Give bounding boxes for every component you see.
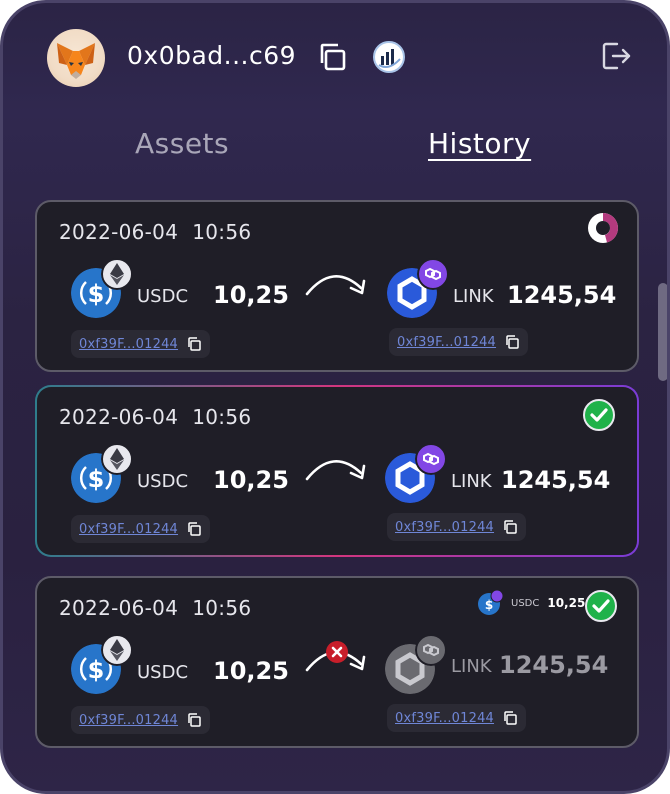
to-address-link[interactable]: 0xf39F...01244 — [395, 711, 494, 726]
from-address-link[interactable]: 0xf39F...01244 — [79, 713, 178, 728]
success-check-icon — [585, 590, 617, 622]
transaction-card[interactable]: 2022-06-04 10:56 $ USDC 10,25 $ USDC 10,… — [35, 576, 639, 748]
link-token-disabled — [385, 634, 447, 694]
polygon-icon — [415, 634, 447, 666]
usdc-polygon-mini-icon: $ — [478, 590, 503, 615]
transaction-time: 10:56 — [192, 596, 252, 620]
error-x-icon — [326, 641, 348, 663]
to-symbol: LINK — [451, 656, 492, 677]
transaction-datetime: 2022-06-04 10:56 — [59, 220, 251, 244]
transaction-time: 10:56 — [192, 220, 252, 244]
svg-text:$: $ — [88, 465, 105, 493]
svg-text:$: $ — [88, 280, 105, 308]
refund-amount: 10,25 — [547, 596, 586, 610]
from-amount: 10,25 — [213, 281, 289, 309]
to-address-link[interactable]: 0xf39F...01244 — [395, 520, 494, 535]
usdc-token: $ — [71, 258, 133, 318]
copy-icon[interactable] — [186, 336, 202, 352]
from-amount: 10,25 — [213, 466, 289, 494]
refund-summary: $ USDC 10,25 — [477, 590, 585, 616]
copy-icon[interactable] — [502, 519, 518, 535]
from-address-link[interactable]: 0xf39F...01244 — [79, 522, 178, 537]
copy-icon[interactable] — [316, 41, 348, 73]
from-address-chip: 0xf39F...01244 — [71, 330, 211, 358]
to-amount: 1245,54 — [501, 466, 611, 494]
swap-arrow-icon — [305, 460, 366, 481]
ethereum-icon — [101, 634, 133, 666]
logout-icon[interactable] — [599, 39, 633, 73]
copy-icon[interactable] — [504, 334, 520, 350]
from-symbol: USDC — [137, 662, 189, 683]
transaction-card[interactable]: 2022-06-04 10:56 $ USDC 10,25 LINK 1245,… — [35, 385, 639, 557]
swap-arrow-icon — [305, 275, 366, 296]
ethereum-icon — [101, 443, 133, 475]
svg-text:$: $ — [88, 656, 105, 684]
transaction-card[interactable]: 2022-06-04 10:56 $ USDC 10,25 LINK 1245,… — [35, 200, 639, 372]
transaction-date: 2022-06-04 — [59, 220, 179, 244]
polygon-icon — [415, 443, 447, 475]
transaction-date: 2022-06-04 — [59, 405, 179, 429]
pending-status-icon — [587, 212, 619, 244]
metamask-fox-icon[interactable] — [47, 29, 105, 87]
to-symbol: LINK — [451, 471, 492, 492]
svg-text:$: $ — [485, 598, 493, 612]
chart-logo-icon[interactable] — [373, 41, 405, 73]
usdc-token: $ — [71, 634, 133, 694]
ethereum-icon — [101, 258, 133, 290]
success-check-icon — [583, 399, 615, 431]
transaction-time: 10:56 — [192, 405, 252, 429]
usdc-token: $ — [71, 443, 133, 503]
wallet-popup: 0x0bad...c69 Assets History 2022-06-04 10… — [0, 0, 670, 794]
from-amount: 10,25 — [213, 657, 289, 685]
wallet-address: 0x0bad...c69 — [127, 41, 297, 70]
transaction-datetime: 2022-06-04 10:56 — [59, 596, 251, 620]
copy-icon[interactable] — [502, 710, 518, 726]
from-address-chip: 0xf39F...01244 — [71, 515, 211, 543]
refund-symbol: USDC — [511, 597, 540, 609]
to-address-chip: 0xf39F...01244 — [387, 513, 527, 541]
tab-history[interactable]: History — [428, 127, 531, 160]
tab-assets[interactable]: Assets — [135, 127, 229, 160]
from-symbol: USDC — [137, 286, 189, 307]
transaction-datetime: 2022-06-04 10:56 — [59, 405, 251, 429]
from-address-link[interactable]: 0xf39F...01244 — [79, 337, 178, 352]
to-address-link[interactable]: 0xf39F...01244 — [397, 335, 496, 350]
copy-icon[interactable] — [186, 521, 202, 537]
to-address-chip: 0xf39F...01244 — [387, 704, 527, 732]
scrollbar-thumb[interactable] — [658, 283, 667, 381]
link-token — [385, 443, 447, 503]
polygon-icon — [417, 258, 449, 290]
to-amount: 1245,54 — [507, 281, 617, 309]
from-address-chip: 0xf39F...01244 — [71, 706, 211, 734]
to-amount: 1245,54 — [499, 651, 609, 679]
from-symbol: USDC — [137, 471, 189, 492]
to-symbol: LINK — [453, 286, 494, 307]
copy-icon[interactable] — [186, 712, 202, 728]
link-token — [387, 258, 449, 318]
transaction-date: 2022-06-04 — [59, 596, 179, 620]
to-address-chip: 0xf39F...01244 — [389, 328, 529, 356]
